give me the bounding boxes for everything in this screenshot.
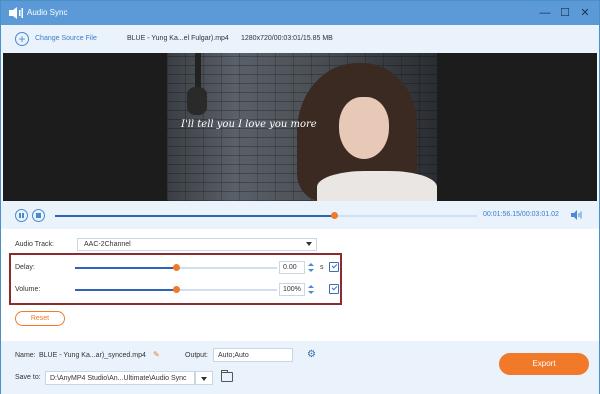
source-toolbar: + Change Source File BLUE - Yung Ka...el… bbox=[1, 25, 599, 53]
singer-shoulder bbox=[317, 171, 437, 201]
video-lyric-caption: I'll tell you I love you more bbox=[181, 119, 317, 130]
save-to-label: Save to: bbox=[15, 374, 41, 381]
minimize-icon[interactable]: — bbox=[537, 5, 553, 21]
edit-icon[interactable]: ✎ bbox=[153, 351, 161, 359]
save-path-field[interactable]: D:\AnyMP4 Studio\An...Ultimate\Audio Syn… bbox=[45, 371, 195, 385]
output-format-field[interactable]: Auto;Auto bbox=[213, 348, 293, 362]
audio-sync-app-icon bbox=[9, 7, 23, 19]
volume-icon[interactable] bbox=[571, 209, 583, 221]
playback-progress-bar[interactable] bbox=[55, 212, 477, 219]
playback-progress-knob[interactable] bbox=[330, 212, 338, 219]
title-bar: Audio Sync — ☐ ✕ bbox=[1, 1, 599, 25]
audio-track-select[interactable]: AAC-2Channel bbox=[77, 238, 317, 251]
playback-time: 00:01:56.15/00:03:01.02 bbox=[483, 211, 559, 218]
output-label: Output: bbox=[185, 352, 208, 359]
video-preview-area: I'll tell you I love you more bbox=[3, 53, 597, 201]
name-label: Name: bbox=[15, 352, 36, 359]
singer-face bbox=[339, 97, 389, 159]
audio-track-value: AAC-2Channel bbox=[84, 241, 131, 248]
folder-icon[interactable] bbox=[221, 370, 233, 382]
pause-icon[interactable] bbox=[15, 209, 28, 222]
window-title: Audio Sync bbox=[27, 8, 68, 17]
source-file-name: BLUE - Yung Ka...el Fulgar).mp4 bbox=[127, 35, 229, 42]
close-icon[interactable]: ✕ bbox=[577, 5, 593, 21]
playback-progress-fill bbox=[55, 215, 334, 217]
add-icon[interactable]: + bbox=[15, 32, 29, 46]
reset-button[interactable]: Reset bbox=[15, 311, 65, 326]
highlight-annotation-box bbox=[9, 253, 342, 305]
output-file-name[interactable]: BLUE - Yung Ka...ar)_synced.mp4 bbox=[39, 352, 146, 359]
player-controls: 00:01:56.15/00:03:01.02 bbox=[1, 201, 599, 229]
app-window: Audio Sync — ☐ ✕ + Change Source File BL… bbox=[0, 0, 600, 394]
maximize-icon[interactable]: ☐ bbox=[557, 5, 573, 21]
export-button[interactable]: Export bbox=[499, 353, 589, 375]
audio-track-label: Audio Track: bbox=[15, 241, 54, 248]
microphone bbox=[187, 87, 207, 115]
stop-icon[interactable] bbox=[32, 209, 45, 222]
chevron-down-icon[interactable] bbox=[306, 242, 312, 246]
change-source-button[interactable]: Change Source File bbox=[35, 35, 97, 42]
gear-icon[interactable]: ⚙ bbox=[307, 350, 317, 360]
output-footer: Name: BLUE - Yung Ka...ar)_synced.mp4 ✎ … bbox=[1, 341, 599, 394]
source-file-info: 1280x720/00:03:01/15.85 MB bbox=[241, 35, 333, 42]
video-frame: I'll tell you I love you more bbox=[167, 53, 437, 201]
save-path-dropdown[interactable] bbox=[195, 371, 213, 385]
